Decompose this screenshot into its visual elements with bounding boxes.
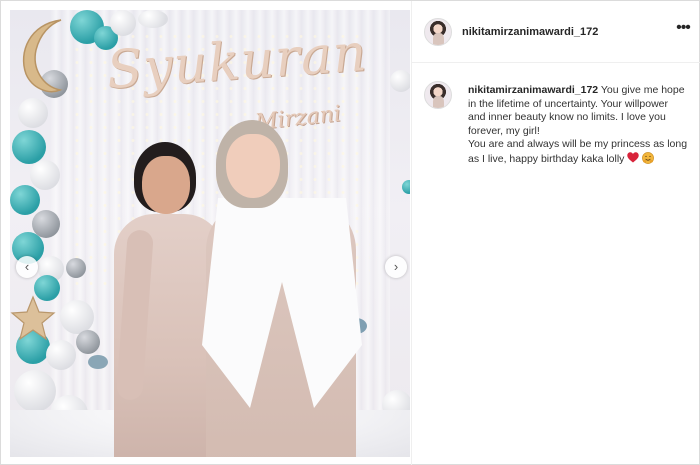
post-photo[interactable]: Syukuran Mirzani ‹ › — [10, 10, 410, 457]
balloon — [10, 185, 40, 215]
balloon — [66, 258, 86, 278]
gold-star-balloon — [10, 295, 56, 341]
avatar[interactable] — [424, 18, 452, 46]
balloon — [60, 300, 94, 334]
more-options-icon[interactable]: ••• — [674, 20, 692, 39]
avatar[interactable] — [424, 81, 452, 109]
balloon — [138, 10, 168, 28]
carousel-next-button[interactable]: › — [385, 256, 407, 278]
balloon — [46, 340, 76, 370]
caption-text: nikitamirzanimawardi_172 You give me hop… — [468, 84, 688, 166]
balloon — [390, 70, 410, 92]
post-header: nikitamirzanimawardi_172 ••• — [412, 1, 700, 63]
post-side-panel: nikitamirzanimawardi_172 ••• nikitamirza… — [411, 1, 700, 465]
flower-decor — [88, 355, 108, 369]
gold-moon-balloon — [22, 19, 63, 93]
balloon — [14, 370, 56, 412]
header-username[interactable]: nikitamirzanimawardi_172 — [462, 26, 598, 38]
balloon — [30, 160, 60, 190]
girl-face — [142, 156, 190, 214]
balloon — [402, 180, 410, 194]
red-heart-icon — [627, 151, 640, 162]
instagram-post: Syukuran Mirzani ‹ › nikitamirzanimaward… — [0, 0, 700, 465]
caption-username[interactable]: nikitamirzanimawardi_172 — [468, 84, 598, 96]
balloon — [12, 130, 46, 164]
balloon — [110, 10, 136, 36]
carousel-prev-button[interactable]: ‹ — [16, 256, 38, 278]
balloon — [76, 330, 100, 354]
hugging-face-icon — [642, 151, 655, 164]
balloon — [18, 98, 48, 128]
woman-face — [226, 134, 280, 198]
